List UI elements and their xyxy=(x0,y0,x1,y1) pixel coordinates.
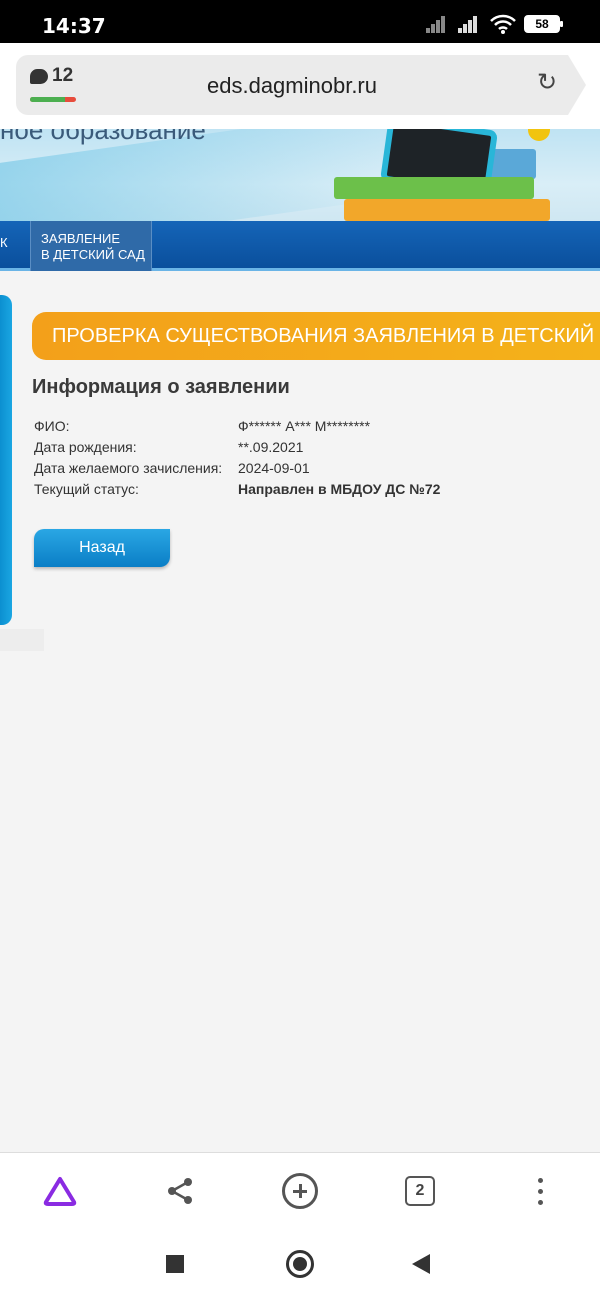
browser-bottom-toolbar: 2 xyxy=(0,1152,600,1228)
status-bar: 14:37 58 xyxy=(0,0,600,43)
info-value: 2024-09-01 xyxy=(238,460,310,476)
banner-title: ное образование xyxy=(0,129,206,145)
nav-item-kindergarten-application[interactable]: ЗАЯВЛЕНИЕ В ДЕТСКИЙ САД xyxy=(30,221,152,271)
recents-icon[interactable] xyxy=(166,1255,184,1273)
site-banner: ное образование xyxy=(0,129,600,221)
clock: 14:37 xyxy=(42,14,106,38)
info-label: ФИО: xyxy=(34,418,70,434)
signal-1-icon xyxy=(426,15,450,33)
book-icon xyxy=(334,177,534,199)
alice-icon[interactable] xyxy=(40,1171,80,1211)
side-panel-shadow xyxy=(0,629,44,651)
section-header: ПРОВЕРКА СУЩЕСТВОВАНИЯ ЗАЯВЛЕНИЯ В ДЕТСК… xyxy=(32,312,600,360)
back-icon[interactable] xyxy=(412,1254,430,1274)
home-icon[interactable] xyxy=(286,1250,314,1278)
tabs-count: 2 xyxy=(405,1176,435,1206)
system-nav-bar xyxy=(0,1228,600,1299)
status-icons: 58 xyxy=(426,14,563,34)
add-tab-icon[interactable] xyxy=(280,1171,320,1211)
battery-icon: 58 xyxy=(524,15,563,33)
web-page: ное образование К ЗАЯВЛЕНИЕ В ДЕТСКИЙ СА… xyxy=(0,129,600,1152)
side-panel-edge xyxy=(0,295,12,625)
browser-toolbar: 12 eds.dagminobr.ru ↻ xyxy=(0,43,600,129)
book-icon xyxy=(344,199,550,221)
refresh-icon[interactable]: ↻ xyxy=(534,70,560,96)
nav-item-label-line1: ЗАЯВЛЕНИЕ xyxy=(41,231,121,246)
back-button[interactable]: Назад xyxy=(34,529,170,567)
nav-item-cut[interactable]: К xyxy=(0,235,10,250)
info-label: Дата рождения: xyxy=(34,439,137,455)
more-icon[interactable] xyxy=(520,1171,560,1211)
info-title: Информация о заявлении xyxy=(32,376,290,398)
info-value: **.09.2021 xyxy=(238,439,304,455)
url-text[interactable]: eds.dagminobr.ru xyxy=(16,73,568,99)
info-value: Ф****** А*** М******** xyxy=(238,418,371,434)
info-label: Дата желаемого зачисления: xyxy=(34,460,223,476)
status-value: Направлен в МБДОУ ДС №72 xyxy=(238,481,441,497)
site-nav: К ЗАЯВЛЕНИЕ В ДЕТСКИЙ САД xyxy=(0,221,600,271)
share-icon[interactable] xyxy=(160,1171,200,1211)
signal-2-icon xyxy=(458,15,482,33)
tabs-icon[interactable]: 2 xyxy=(400,1171,440,1211)
wifi-icon xyxy=(490,14,516,34)
ball-icon xyxy=(528,129,550,141)
nav-item-label-line2: В ДЕТСКИЙ САД xyxy=(41,247,145,262)
info-label: Текущий статус: xyxy=(34,481,139,497)
address-bar[interactable]: 12 eds.dagminobr.ru ↻ xyxy=(16,55,586,115)
